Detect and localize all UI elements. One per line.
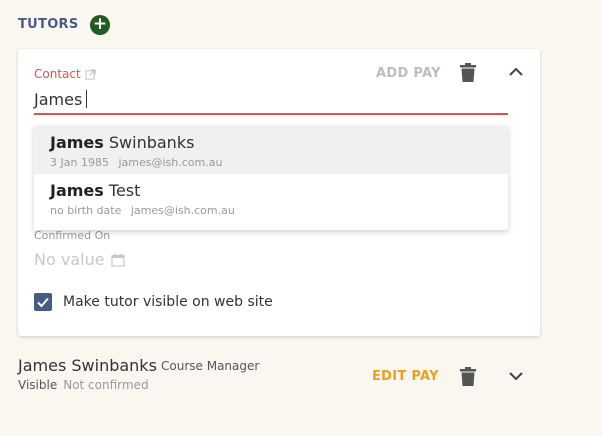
trash-icon[interactable] (460, 367, 476, 386)
contact-label-text: Contact (34, 67, 81, 81)
tutor-confirmation: Not confirmed (63, 378, 149, 392)
edit-pay-button[interactable]: EDIT PAY (372, 369, 439, 384)
confirmed-on-value: No value (34, 250, 105, 269)
add-pay-button[interactable]: ADD PAY (376, 66, 441, 81)
tutor-visibility: Visible (18, 378, 58, 392)
suggestion-email: james@ish.com.au (118, 156, 223, 169)
tutor-role: Course Manager (161, 359, 260, 373)
confirmed-on-field[interactable]: No value (34, 250, 125, 269)
checkmark-icon (37, 297, 49, 308)
suggestion-birth-date: no birth date (50, 204, 122, 217)
text-caret (86, 89, 88, 108)
confirmed-on-label: Confirmed On (34, 229, 111, 242)
visible-on-web-checkbox[interactable] (34, 293, 52, 311)
contact-input[interactable]: James (34, 88, 508, 115)
suggestion-item[interactable]: James Test no birth date james@ish.com.a… (34, 174, 508, 222)
contact-label[interactable]: Contact (34, 67, 96, 81)
section-title: TUTORS (18, 17, 79, 32)
external-link-icon[interactable] (85, 68, 96, 80)
contact-input-value: James (34, 90, 83, 109)
suggestion-email: james@ish.com.au (130, 204, 235, 217)
visible-on-web-label: Make tutor visible on web site (63, 294, 273, 310)
suggestion-match: James (50, 133, 104, 152)
chevron-up-icon[interactable] (508, 64, 524, 80)
tutor-status-line: Visible Not confirmed (18, 378, 149, 392)
plus-icon: + (92, 14, 108, 34)
tutor-name: James Swinbanks (18, 356, 157, 375)
calendar-icon[interactable] (110, 253, 125, 267)
suggestion-item[interactable]: James Swinbanks 3 Jan 1985 james@ish.com… (34, 126, 508, 174)
chevron-down-icon[interactable] (508, 368, 524, 384)
suggestion-match: James (50, 181, 104, 200)
trash-icon[interactable] (460, 63, 476, 82)
suggestion-birth-date: 3 Jan 1985 (50, 156, 109, 169)
suggestion-name-rest: Swinbanks (108, 133, 195, 152)
suggestion-name-rest: Test (108, 181, 141, 200)
contact-suggestions-dropdown: James Swinbanks 3 Jan 1985 james@ish.com… (34, 126, 508, 230)
add-tutor-button[interactable]: + (90, 15, 110, 35)
